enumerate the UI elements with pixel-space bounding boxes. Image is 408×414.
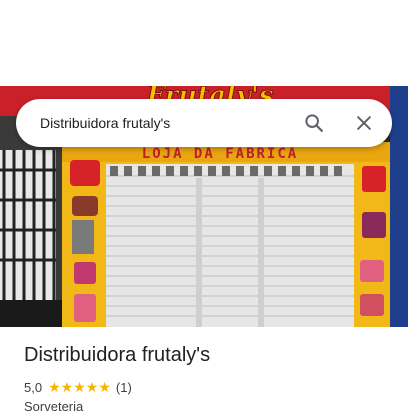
star-icon: ★ xyxy=(98,379,111,395)
rating-row[interactable]: 5,0 ★ ★ ★ ★ ★ (1) xyxy=(24,378,132,396)
star-icon: ★ xyxy=(48,379,61,395)
rating-stars: ★ ★ ★ ★ ★ xyxy=(48,380,111,394)
place-title: Distribuidora frutaly's xyxy=(24,344,211,366)
star-icon: ★ xyxy=(60,379,74,395)
star-icon: ★ xyxy=(73,379,86,395)
review-count[interactable]: (1) xyxy=(116,380,132,395)
close-icon xyxy=(357,116,371,130)
star-icon: ★ xyxy=(85,379,99,395)
search-icon xyxy=(305,114,323,132)
search-button[interactable] xyxy=(300,109,328,137)
place-category: Sorveteria xyxy=(24,399,84,414)
sign-text: LOJA DA FABRICA xyxy=(142,146,298,162)
search-bar[interactable]: Distribuidora frutaly's xyxy=(16,99,392,147)
clear-search-button[interactable] xyxy=(350,109,378,137)
rating-value: 5,0 xyxy=(24,379,43,395)
search-input[interactable]: Distribuidora frutaly's xyxy=(16,115,300,131)
